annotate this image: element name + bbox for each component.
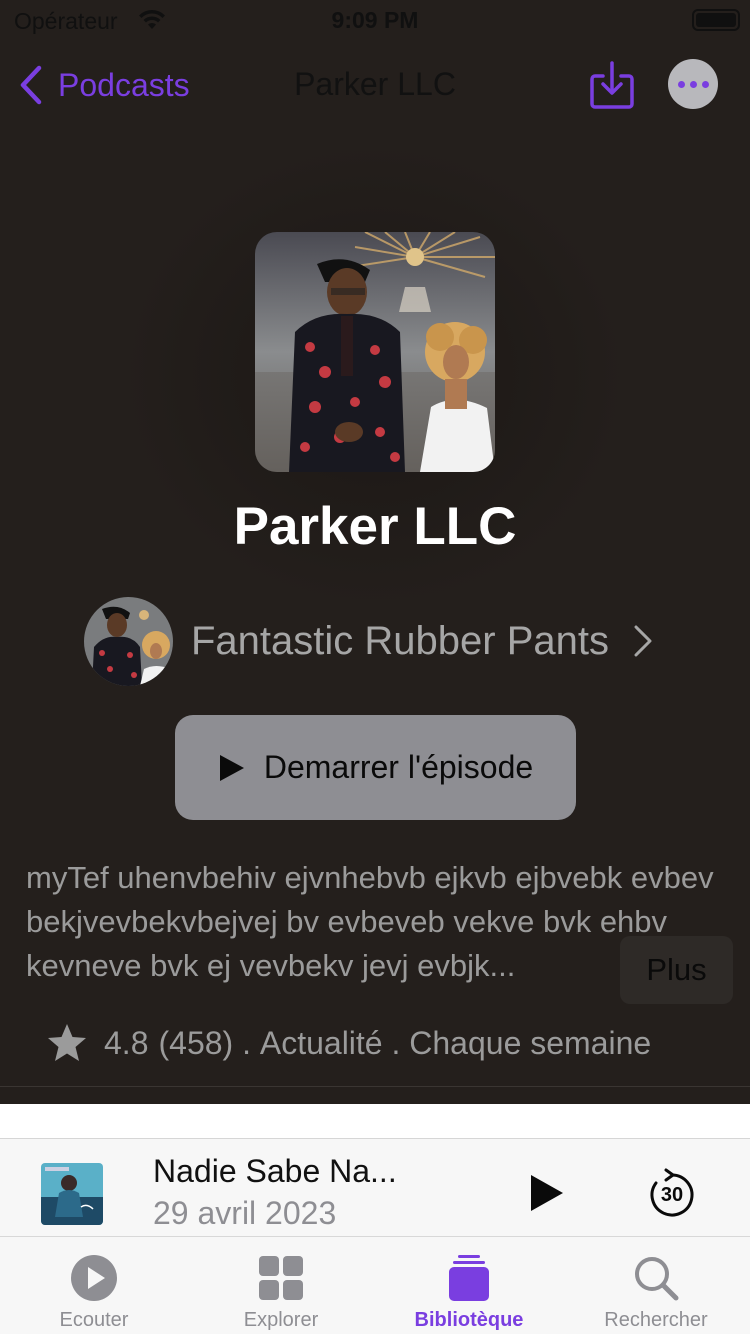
mini-player-date: 29 avril 2023 [153,1195,337,1231]
mini-play-icon[interactable] [528,1173,566,1213]
author-avatar [84,596,173,686]
meta-separator: . [233,1024,260,1061]
tab-rechercher[interactable]: Rechercher [562,1237,750,1334]
tab-bar: Ecouter Explorer Bibliotèque Rechercher [0,1236,750,1334]
mini-player-title: Nadie Sabe Na... [153,1153,397,1189]
search-icon [635,1257,679,1301]
nav-title: Parker LLC [294,66,456,102]
ellipsis-dot [689,80,697,88]
podcast-title: Parker LLC [233,497,517,556]
library-stack-icon [449,1255,489,1301]
frequency-label: Chaque semaine [409,1024,652,1061]
divider [0,1086,750,1087]
mini-player[interactable]: Nadie Sabe Na... 29 avril 2023 30 [0,1138,750,1236]
clock: 9:09 PM [331,7,419,33]
author-link[interactable]: Fantastic Rubber Pants [84,596,653,686]
tab-label: Ecouter [59,1309,129,1331]
rating-count: (458) [158,1024,234,1061]
tab-label: Explorer [243,1309,319,1331]
tab-label: Bibliotèque [414,1309,524,1331]
more-description-button[interactable]: Plus [620,936,733,1004]
podcast-meta-row: 4.8 (458) . Actualité . Chaque semaine [46,1020,651,1066]
tab-ecouter[interactable]: Ecouter [0,1237,188,1334]
author-name: Fantastic Rubber Pants [191,618,609,663]
play-episode-label: Demarrer l'épisode [263,749,534,785]
ellipsis-dot [701,80,709,88]
battery-icon [692,9,740,31]
meta-separator: . [382,1024,410,1061]
play-episode-button[interactable]: Demarrer l'épisode [175,715,576,820]
more-options-button[interactable] [668,59,718,109]
download-icon[interactable] [590,60,634,110]
chevron-right-icon [634,625,652,657]
status-bar: Opérateur 9:09 PM [0,0,750,40]
ellipsis-dot [677,80,685,88]
grid-icon [259,1256,303,1300]
tab-label: Rechercher [604,1309,708,1331]
podcast-screen: Opérateur 9:09 PM Podcasts Parker LLC Pa… [0,0,750,1334]
tab-explorer[interactable]: Explorer [187,1237,375,1334]
podcast-artwork [255,232,495,472]
rating-value: 4.8 [104,1024,149,1061]
category-label[interactable]: Actualité [260,1025,383,1062]
play-circle-icon [71,1255,117,1301]
skip-seconds-label: 30 [660,1184,684,1206]
skip-forward-button[interactable]: 30 [648,1167,696,1219]
star-icon [48,1024,86,1061]
mini-player-artwork [41,1163,103,1225]
tab-bibliotheque[interactable]: Bibliotèque [375,1237,563,1334]
play-icon [219,754,244,781]
